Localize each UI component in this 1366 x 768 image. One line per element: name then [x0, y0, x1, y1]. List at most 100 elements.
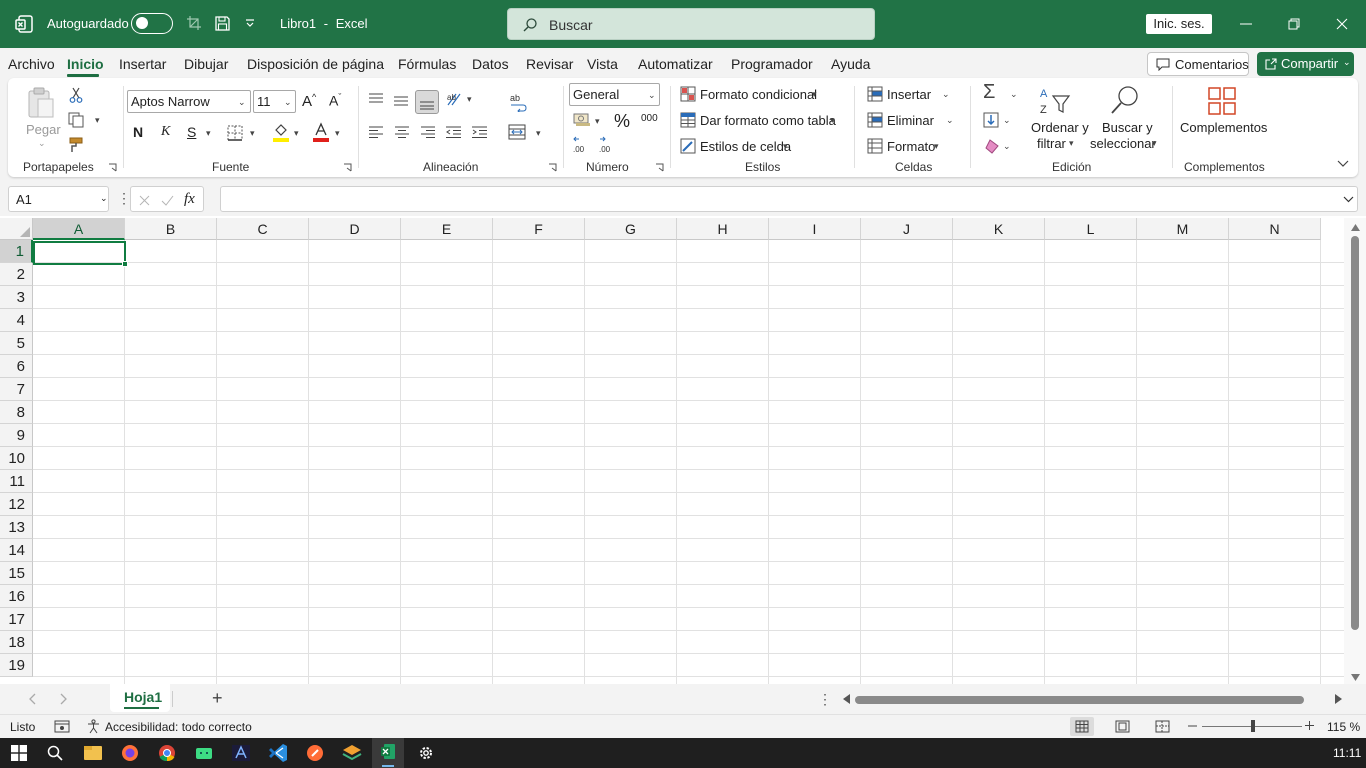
- taskbar-search-icon[interactable]: [47, 745, 63, 761]
- underline-chevron-icon[interactable]: ▾: [206, 128, 211, 139]
- align-right-icon[interactable]: [421, 126, 435, 138]
- sort-line2[interactable]: filtrar: [1037, 136, 1066, 151]
- vertical-scroll-thumb[interactable]: [1351, 236, 1359, 630]
- column-header-d[interactable]: D: [309, 218, 401, 240]
- customize-qat-icon[interactable]: [245, 19, 255, 27]
- cell-styles-icon[interactable]: [680, 138, 696, 154]
- font-color-chevron-icon[interactable]: ▾: [335, 128, 340, 139]
- collapse-ribbon-icon[interactable]: [1337, 160, 1349, 168]
- column-header-j[interactable]: J: [861, 218, 953, 240]
- row-header-17[interactable]: 17: [0, 608, 33, 631]
- insert-function-icon[interactable]: fx: [184, 191, 195, 208]
- cancel-entry-icon[interactable]: [139, 195, 150, 206]
- crop-icon[interactable]: [186, 15, 202, 31]
- column-header-c[interactable]: C: [217, 218, 309, 240]
- formula-input[interactable]: [220, 186, 1358, 212]
- macro-record-icon[interactable]: [54, 720, 70, 733]
- row-header-18[interactable]: 18: [0, 631, 33, 654]
- zoom-slider-thumb[interactable]: [1251, 720, 1255, 732]
- copy-chevron-icon[interactable]: ▾: [95, 115, 100, 126]
- fill-chevron-icon[interactable]: ⌄: [1003, 115, 1011, 126]
- clear-chevron-icon[interactable]: ⌄: [1003, 141, 1011, 152]
- wrap-text-icon[interactable]: ab: [509, 92, 527, 112]
- excel-taskbar-active[interactable]: [372, 738, 404, 768]
- zoom-out-icon[interactable]: [1188, 725, 1197, 727]
- settings-gear-icon[interactable]: [418, 745, 434, 761]
- windows-start-icon[interactable]: [11, 745, 27, 761]
- format-cells-icon[interactable]: [867, 138, 883, 154]
- paste-chevron-icon[interactable]: ⌄: [38, 138, 46, 149]
- clipboard-launcher-icon[interactable]: [108, 163, 117, 172]
- tab-ayuda[interactable]: Ayuda: [831, 56, 870, 72]
- column-header-m[interactable]: M: [1137, 218, 1229, 240]
- android-studio-icon[interactable]: [192, 742, 216, 764]
- format-as-table-icon[interactable]: [680, 112, 696, 128]
- page-break-icon[interactable]: [1155, 720, 1170, 733]
- delete-cells-button[interactable]: Eliminar: [887, 113, 934, 128]
- prev-sheet-icon[interactable]: [28, 693, 36, 705]
- tab-datos[interactable]: Datos: [472, 56, 509, 72]
- zoom-in-icon[interactable]: [1305, 721, 1314, 730]
- row-header-6[interactable]: 6: [0, 355, 33, 378]
- autosum-icon[interactable]: Σ: [983, 81, 995, 104]
- merge-center-icon[interactable]: [508, 124, 526, 140]
- active-cell-selection[interactable]: [33, 241, 128, 267]
- postman-icon[interactable]: [303, 742, 327, 764]
- find-line2[interactable]: seleccionar: [1090, 136, 1156, 151]
- increase-decimal-icon[interactable]: .00: [573, 136, 591, 154]
- decrease-indent-icon[interactable]: [446, 126, 461, 138]
- row-header-2[interactable]: 2: [0, 263, 33, 286]
- conditional-format-button[interactable]: Formato condicional: [700, 87, 817, 102]
- merge-chevron-icon[interactable]: ▾: [536, 128, 541, 139]
- borders-icon[interactable]: [227, 125, 243, 141]
- expand-formula-icon[interactable]: [1343, 196, 1354, 203]
- cell-styles-chevron-icon[interactable]: ▾: [783, 141, 788, 152]
- find-chevron-icon[interactable]: ▾: [1152, 138, 1157, 149]
- accessibility-status[interactable]: Accesibilidad: todo correcto: [105, 720, 252, 734]
- font-name-select[interactable]: Aptos Narrow ⌄: [127, 90, 251, 113]
- align-bottom-button[interactable]: [415, 90, 439, 114]
- column-header-l[interactable]: L: [1045, 218, 1137, 240]
- align-middle-icon[interactable]: [394, 95, 408, 107]
- worksheet-grid[interactable]: ABCDEFGHIJKLMN 1 2 3 4 5 6 7 8 9 10 11 12 13 14 15 16 17…: [0, 218, 1366, 684]
- sort-line1[interactable]: Ordenar y: [1031, 120, 1089, 135]
- row-header-11[interactable]: 11: [0, 470, 33, 493]
- thousands-button[interactable]: 000: [641, 113, 658, 124]
- format-cells-button[interactable]: Formato: [887, 139, 935, 154]
- alignment-launcher-icon[interactable]: [548, 163, 557, 172]
- tab-vista[interactable]: Vista: [587, 56, 618, 72]
- decrease-decimal-icon[interactable]: .00: [599, 136, 617, 154]
- conditional-format-icon[interactable]: [680, 86, 696, 102]
- copy-icon[interactable]: [68, 112, 84, 128]
- font-size-select[interactable]: 11 ⌄: [253, 90, 296, 113]
- row-header-7[interactable]: 7: [0, 378, 33, 401]
- font-color-icon[interactable]: [312, 122, 330, 143]
- scroll-right-icon[interactable]: [1335, 694, 1342, 704]
- row-header-19[interactable]: 19: [0, 654, 33, 677]
- layers-app-icon[interactable]: [340, 742, 364, 764]
- font-launcher-icon[interactable]: [343, 163, 352, 172]
- align-left-icon[interactable]: [369, 126, 383, 138]
- addins-icon[interactable]: [1207, 86, 1237, 116]
- align-center-icon[interactable]: [395, 126, 409, 138]
- autosave-toggle[interactable]: [131, 13, 173, 34]
- accounting-chevron-icon[interactable]: ▾: [595, 116, 600, 127]
- tab-archivo[interactable]: Archivo: [8, 56, 55, 72]
- column-header-b[interactable]: B: [125, 218, 217, 240]
- row-header-5[interactable]: 5: [0, 332, 33, 355]
- tab-dibujar[interactable]: Dibujar: [184, 56, 228, 72]
- text-editor-icon[interactable]: [229, 742, 253, 764]
- vertical-scrollbar[interactable]: [1344, 218, 1366, 684]
- tab-disposicion[interactable]: Disposición de página: [247, 56, 384, 72]
- normal-view-button[interactable]: [1070, 717, 1094, 736]
- column-header-n[interactable]: N: [1229, 218, 1321, 240]
- orientation-icon[interactable]: ab: [446, 91, 464, 107]
- format-cells-chevron-icon[interactable]: ▾: [934, 141, 939, 152]
- percent-button[interactable]: %: [614, 111, 630, 132]
- select-all-corner[interactable]: [0, 218, 33, 240]
- accessibility-icon[interactable]: [86, 719, 101, 734]
- increase-font-icon[interactable]: A^: [302, 92, 316, 110]
- insert-cells-chevron-icon[interactable]: ⌄: [942, 89, 950, 100]
- autosum-chevron-icon[interactable]: ⌄: [1010, 89, 1018, 100]
- formula-more-icon[interactable]: ⋮: [117, 190, 131, 207]
